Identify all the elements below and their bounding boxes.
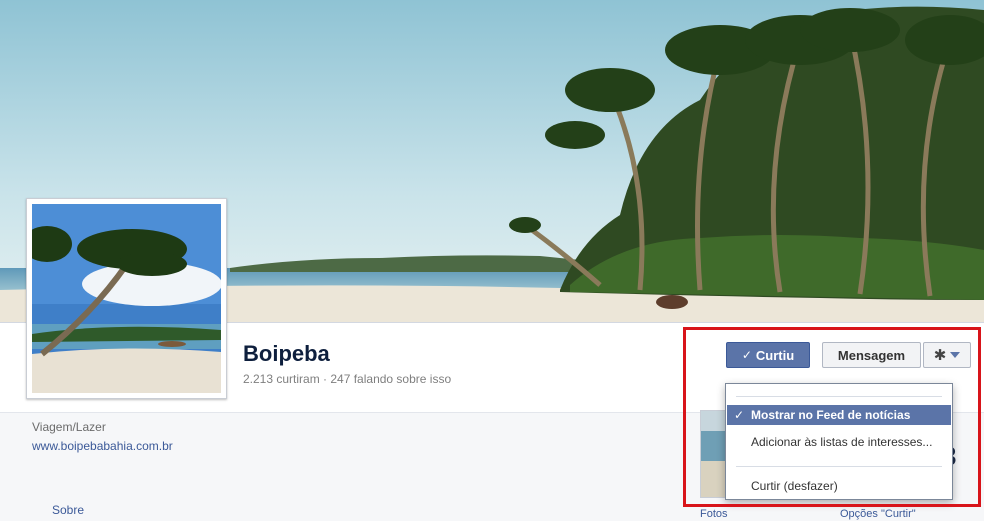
photos-link[interactable]: Fotos bbox=[700, 508, 728, 520]
highlight-box bbox=[683, 327, 981, 507]
page-stats: 2.213 curtiram · 247 falando sobre isso bbox=[243, 372, 452, 386]
page-title[interactable]: Boipeba bbox=[243, 341, 330, 367]
about-link[interactable]: Sobre bbox=[52, 503, 84, 517]
page-category: Viagem/Lazer bbox=[32, 420, 106, 434]
likes-options-link[interactable]: Opções "Curtir" bbox=[840, 508, 916, 520]
website-link[interactable]: www.boipebabahia.com.br bbox=[32, 439, 173, 453]
profile-picture[interactable] bbox=[26, 198, 227, 399]
